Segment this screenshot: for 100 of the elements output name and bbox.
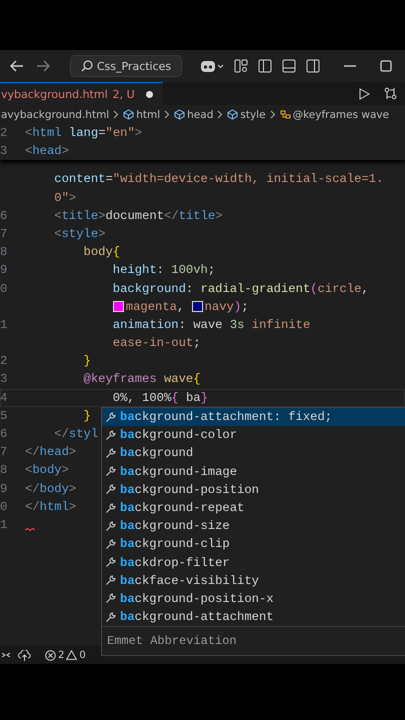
suggestion-item[interactable]: backdrop-filter <box>102 554 405 572</box>
chevron-icon <box>113 110 120 119</box>
code-text: > <box>68 190 76 207</box>
code-text: > <box>68 498 76 516</box>
suggestion-item[interactable]: background-position <box>102 480 405 499</box>
line-number: 1 <box>0 518 8 532</box>
maximize-icon[interactable] <box>380 60 392 72</box>
code-text: document <box>106 208 164 225</box>
code-text: ease-in-out <box>112 335 194 352</box>
code-text: background <box>112 280 186 298</box>
code-text: > <box>215 208 223 225</box>
suggestion-item[interactable]: background-color <box>102 426 405 444</box>
code-text: html <box>40 498 69 516</box>
code-text: radial-gradient <box>200 280 310 298</box>
chevron-icon <box>217 110 224 119</box>
code-text: > <box>68 444 76 462</box>
code-text: </ <box>25 480 40 498</box>
code-text: , <box>176 298 186 316</box>
suggestion-item[interactable]: background <box>102 444 405 463</box>
wrench-icon <box>105 612 116 623</box>
wrench-icon <box>105 448 116 459</box>
line-number: 9 <box>0 482 8 496</box>
breadcrumb-item[interactable]: html <box>123 108 160 120</box>
wrench-icon <box>105 466 116 478</box>
warning-icon <box>66 650 78 660</box>
code-text: "width=device-width, initial-scale=1. <box>112 171 384 188</box>
breadcrumb-item[interactable]: @keyframes wave <box>280 108 390 120</box>
code-text: < <box>54 226 62 243</box>
suggestion-item[interactable]: background-attachment <box>102 608 405 626</box>
code-text: infinite <box>252 316 310 334</box>
symbol-icon <box>280 109 291 120</box>
line-number: 2 <box>0 354 8 368</box>
code-text: </ <box>164 208 179 225</box>
line-number: 5 <box>0 408 8 423</box>
code-text: 100vh <box>171 262 208 280</box>
copilot-icon[interactable] <box>200 59 224 73</box>
layout-icon[interactable] <box>234 59 248 73</box>
run-icon[interactable] <box>358 88 370 100</box>
code-text: 0%, 100% <box>112 390 172 407</box>
breadcrumb-item[interactable]: head <box>174 108 214 120</box>
chevron-icon <box>270 110 276 119</box>
code-text: ; <box>241 298 249 316</box>
suggestion-item[interactable]: background-size <box>102 517 405 536</box>
line-number: 6 <box>0 208 8 223</box>
code-text: </ <box>25 498 40 516</box>
code-text: wave <box>193 316 222 334</box>
code-text: magenta <box>126 298 177 316</box>
code-text: { <box>171 390 179 407</box>
line-number: 1 <box>0 318 8 332</box>
remote-icon[interactable] <box>2 650 10 660</box>
compare-icon[interactable] <box>384 87 397 100</box>
error-squiggle-icon <box>25 528 35 532</box>
line-number: 2 <box>0 126 8 140</box>
line-number: 6 <box>0 427 8 441</box>
wrench-icon <box>105 538 116 550</box>
code-text: </ <box>54 426 69 443</box>
code-text: < <box>54 208 62 225</box>
suggestion-details: Emmet Abbreviation <box>102 626 405 656</box>
line-number: 3 <box>0 372 8 386</box>
code-text: > <box>98 226 106 243</box>
code-text: style <box>62 226 98 243</box>
code-text: </ <box>25 444 40 462</box>
code-text: { <box>112 244 120 262</box>
code-text: navy <box>204 298 234 316</box>
code-text: title <box>62 208 98 225</box>
suggestion-item[interactable]: background-attachment: fixed; <box>102 408 405 426</box>
code-text: wave <box>164 371 194 388</box>
code-text: ; <box>193 335 201 352</box>
breadcrumb-item[interactable]: avybackground.html <box>1 108 110 120</box>
suggestion-item[interactable]: background-repeat <box>102 498 405 518</box>
breadcrumb-item[interactable]: style <box>227 108 266 120</box>
back-arrow-icon[interactable] <box>10 60 24 72</box>
line-number: 0 <box>0 500 8 514</box>
search-field[interactable]: Css_Practices <box>70 55 182 77</box>
code-text: > <box>62 143 69 160</box>
line-number: 7 <box>0 445 8 460</box>
suggestion-item[interactable]: background-clip <box>102 535 405 554</box>
problems-indicator[interactable]: 2 0 <box>45 650 86 660</box>
code-text: animation <box>112 316 179 334</box>
code-text: ; <box>208 262 216 280</box>
forward-arrow-icon[interactable] <box>36 60 50 72</box>
code-text: } <box>200 390 208 407</box>
secondary-sidebar-icon[interactable] <box>306 59 320 73</box>
wrench-icon <box>105 430 116 441</box>
suggestion-item[interactable]: backface-visibility <box>102 572 405 590</box>
panel-toggle-icon[interactable] <box>282 59 296 73</box>
code-text: head <box>32 143 62 160</box>
error-icon <box>45 650 56 660</box>
code-text: < <box>25 143 32 160</box>
sync-icon[interactable] <box>18 650 31 660</box>
sidebar-toggle-icon[interactable] <box>258 59 272 73</box>
editor-tab[interactable]: vybackground.html 2, U <box>0 82 163 105</box>
suggestion-item[interactable]: background-image <box>102 462 405 481</box>
wrench-icon <box>105 502 116 514</box>
code-text: = <box>98 125 106 142</box>
line-number: 9 <box>0 263 8 278</box>
wrench-icon <box>105 484 116 496</box>
code-text: html <box>32 125 62 142</box>
suggestion-item[interactable]: background-position-x <box>102 590 405 608</box>
code-text: head <box>40 444 69 462</box>
